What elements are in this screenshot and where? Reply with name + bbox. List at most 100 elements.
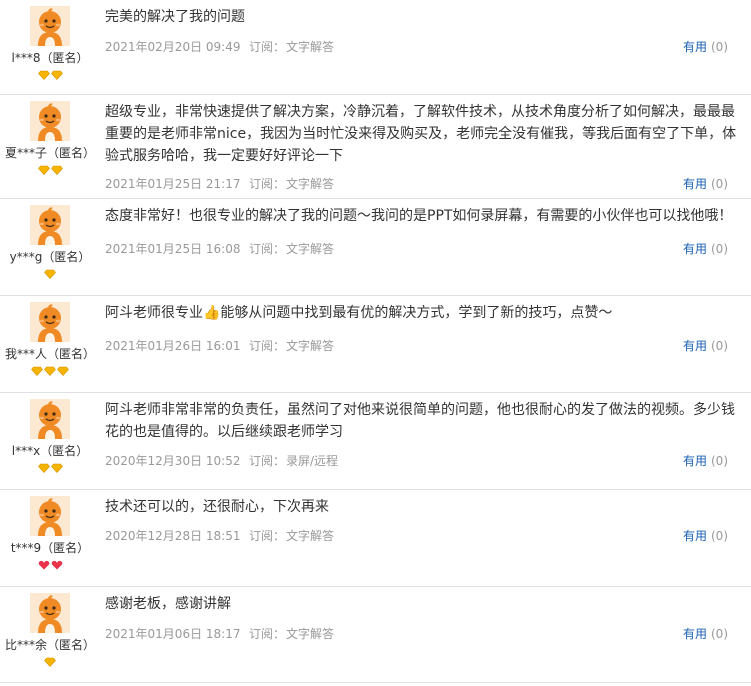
avatar[interactable]	[30, 302, 70, 342]
helpful-button[interactable]: 有用	[683, 529, 707, 543]
review-content: 阿斗老师很专业👍能够从问题中找到最有优的解决方式，学到了新的技巧，点赞～	[105, 302, 737, 324]
review-list: l***8（匿名） 完美的解决了我的问题 2021年02月20日 09:49 订阅：文…	[0, 0, 751, 683]
review-content: 态度非常好！也很专业的解决了我的问题～我问的是PPT如何录屏幕，有需要的小伙伴也…	[105, 205, 737, 227]
heart-icon	[51, 560, 62, 570]
subscribe-type: 文字解答	[286, 40, 335, 54]
subscribe-type: 文字解答	[286, 339, 335, 353]
review-timestamp: 2020年12月28日 18:51	[105, 529, 241, 543]
review-timestamp: 2021年02月20日 09:49	[105, 40, 241, 54]
review-meta: 2021年01月25日 21:17 订阅：文字解答	[105, 175, 334, 192]
reviewer-name: t***9（匿名）	[10, 541, 90, 555]
reviewer-level-badges	[0, 366, 100, 378]
helpful-button[interactable]: 有用	[683, 627, 707, 641]
diamond-icon	[44, 269, 56, 279]
avatar[interactable]	[30, 6, 70, 46]
review-text: 技术还可以的，还很耐心，下次再来	[105, 499, 329, 515]
reviewer-info: 夏***子（匿名）	[0, 101, 100, 177]
reviewer-level-badges	[0, 165, 100, 177]
helpful-count: (0)	[711, 177, 728, 191]
review-meta: 2021年01月25日 16:08 订阅：文字解答	[105, 240, 334, 257]
helpful-count: (0)	[711, 339, 728, 353]
helpful-vote: 有用 (0)	[683, 38, 728, 55]
subscribe-type: 录屏/远程	[286, 454, 339, 468]
diamond-icon	[31, 366, 43, 376]
review-timestamp: 2021年01月25日 21:17	[105, 177, 241, 191]
review-meta: 2021年02月20日 09:49 订阅：文字解答	[105, 38, 334, 55]
review-timestamp: 2021年01月26日 16:01	[105, 339, 241, 353]
avatar[interactable]	[30, 101, 70, 141]
avatar[interactable]	[30, 205, 70, 245]
review-timestamp: 2020年12月30日 10:52	[105, 454, 241, 468]
helpful-vote: 有用 (0)	[683, 240, 728, 257]
avatar[interactable]	[30, 593, 70, 633]
review-item: 夏***子（匿名） 超级专业，非常快速提供了解决方案，冷静沉着，了解软件技术，从技…	[0, 95, 751, 199]
helpful-count: (0)	[711, 627, 728, 641]
review-item: l***x（匿名） 阿斗老师非常非常的负责任，虽然问了对他来说很简单的问题，他也很…	[0, 393, 751, 490]
reviewer-name: l***8（匿名）	[11, 51, 89, 65]
diamond-icon	[44, 657, 56, 667]
reviewer-name: 夏***子（匿名）	[4, 146, 95, 160]
helpful-button[interactable]: 有用	[683, 242, 707, 256]
review-item: l***8（匿名） 完美的解决了我的问题 2021年02月20日 09:49 订阅：文…	[0, 0, 751, 95]
subscribe-type: 文字解答	[286, 177, 335, 191]
reviewer-level-badges	[0, 70, 100, 82]
review-item: 比***余（匿名） 感谢老板，感谢讲解 2021年01月06日 18:17 订阅：文字…	[0, 587, 751, 683]
review-content: 完美的解决了我的问题	[105, 6, 737, 28]
reviewer-name: l***x（匿名）	[11, 444, 89, 458]
subscribe-type: 文字解答	[286, 529, 335, 543]
review-content: 阿斗老师非常非常的负责任，虽然问了对他来说很简单的问题，他也很耐心的发了做法的视…	[105, 399, 737, 443]
avatar[interactable]	[30, 496, 70, 536]
reviewer-level-badges	[0, 657, 100, 669]
diamond-icon	[50, 70, 63, 80]
subscribe-label: 订阅：	[249, 40, 286, 54]
review-meta: 2020年12月28日 18:51 订阅：文字解答	[105, 527, 334, 544]
helpful-button[interactable]: 有用	[683, 40, 707, 54]
reviewer-info: l***x（匿名）	[0, 399, 100, 475]
review-item: y***g（匿名） 态度非常好！也很专业的解决了我的问题～我问的是PPT如何录屏幕…	[0, 199, 751, 296]
helpful-vote: 有用 (0)	[683, 452, 728, 469]
subscribe-label: 订阅：	[249, 339, 286, 353]
review-text: 阿斗老师非常非常的负责任，虽然问了对他来说很简单的问题，他也很耐心的发了做法的视…	[105, 402, 735, 440]
review-content: 超级专业，非常快速提供了解决方案，冷静沉着，了解软件技术，从技术角度分析了如何解…	[105, 101, 737, 167]
helpful-vote: 有用 (0)	[683, 337, 728, 354]
review-item: 我***人（匿名） 阿斗老师很专业👍能够从问题中找到最有优的解决方式，学到了新的技…	[0, 296, 751, 393]
helpful-vote: 有用 (0)	[683, 625, 728, 642]
reviewer-info: t***9（匿名）	[0, 496, 100, 572]
diamond-icon	[57, 366, 69, 376]
diamond-icon	[37, 70, 50, 80]
helpful-button[interactable]: 有用	[683, 177, 707, 191]
reviewer-level-badges	[0, 560, 100, 572]
diamond-icon	[37, 165, 50, 175]
review-content: 技术还可以的，还很耐心，下次再来	[105, 496, 737, 518]
helpful-button[interactable]: 有用	[683, 454, 707, 468]
diamond-icon	[50, 463, 63, 473]
subscribe-label: 订阅：	[249, 627, 286, 641]
review-content: 感谢老板，感谢讲解	[105, 593, 737, 615]
helpful-count: (0)	[711, 242, 728, 256]
review-text: 态度非常好！也很专业的解决了我的问题～我问的是PPT如何录屏幕，有需要的小伙伴也…	[105, 208, 733, 224]
heart-icon	[38, 560, 49, 570]
review-text: 阿斗老师很专业👍能够从问题中找到最有优的解决方式，学到了新的技巧，点赞～	[105, 305, 613, 321]
review-item: t***9（匿名） 技术还可以的，还很耐心，下次再来 2020年12月28日 18:…	[0, 490, 751, 587]
review-text: 完美的解决了我的问题	[105, 9, 245, 25]
review-meta: 2021年01月26日 16:01 订阅：文字解答	[105, 337, 334, 354]
helpful-button[interactable]: 有用	[683, 339, 707, 353]
subscribe-type: 文字解答	[286, 242, 335, 256]
avatar[interactable]	[30, 399, 70, 439]
review-meta: 2020年12月30日 10:52 订阅：录屏/远程	[105, 452, 338, 469]
reviewer-name: 比***余（匿名）	[4, 638, 95, 652]
subscribe-label: 订阅：	[249, 454, 286, 468]
helpful-count: (0)	[711, 454, 728, 468]
subscribe-type: 文字解答	[286, 627, 335, 641]
review-timestamp: 2021年01月06日 18:17	[105, 627, 241, 641]
review-meta: 2021年01月06日 18:17 订阅：文字解答	[105, 625, 334, 642]
helpful-vote: 有用 (0)	[683, 527, 728, 544]
helpful-count: (0)	[711, 529, 728, 543]
diamond-icon	[50, 165, 63, 175]
reviewer-level-badges	[0, 269, 100, 281]
helpful-vote: 有用 (0)	[683, 175, 728, 192]
reviewer-info: l***8（匿名）	[0, 6, 100, 82]
subscribe-label: 订阅：	[249, 529, 286, 543]
reviewer-info: y***g（匿名）	[0, 205, 100, 281]
review-text: 感谢老板，感谢讲解	[105, 596, 231, 612]
